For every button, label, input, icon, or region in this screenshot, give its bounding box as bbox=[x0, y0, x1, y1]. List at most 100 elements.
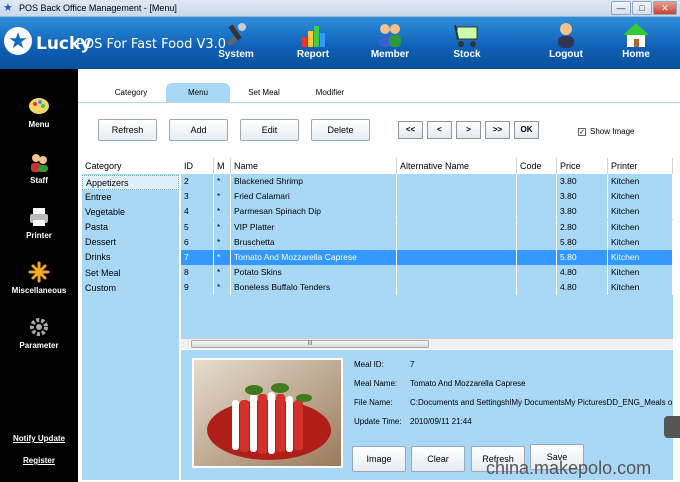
column-header-id[interactable]: ID bbox=[181, 158, 214, 174]
meal-name-label: Meal Name: bbox=[354, 379, 398, 388]
column-header-m[interactable]: M bbox=[214, 158, 231, 174]
column-header-printer[interactable]: Printer bbox=[608, 158, 673, 174]
column-header-alt-name[interactable]: Alternative Name bbox=[397, 158, 517, 174]
cell-alt bbox=[397, 219, 517, 235]
next-record-button[interactable]: > bbox=[456, 121, 481, 139]
cell-id: 7 bbox=[181, 250, 214, 265]
nav-home[interactable]: Home bbox=[608, 21, 664, 65]
nav-logout[interactable]: Logout bbox=[538, 21, 594, 65]
category-item[interactable]: Pasta bbox=[82, 220, 179, 235]
cell-alt bbox=[397, 234, 517, 250]
table-row[interactable]: 6 * Bruschetta 5.80 Kitchen bbox=[181, 234, 673, 250]
cell-m: * bbox=[214, 219, 231, 235]
category-item[interactable]: Vegetable bbox=[82, 205, 179, 220]
cell-name: Parmesan Spinach Dip bbox=[231, 204, 397, 220]
image-button[interactable]: Image bbox=[352, 446, 406, 472]
sidebar-item-label: Miscellaneous bbox=[11, 286, 67, 295]
prev-record-button[interactable]: < bbox=[427, 121, 452, 139]
cell-alt bbox=[397, 204, 517, 220]
nav-report[interactable]: Report bbox=[285, 21, 341, 65]
grid-header: ID M Name Alternative Name Code Price Pr… bbox=[181, 158, 673, 174]
edit-button[interactable]: Edit bbox=[240, 119, 299, 141]
tab-underline bbox=[78, 102, 680, 103]
cell-price: 3.80 bbox=[557, 189, 608, 205]
register-link[interactable]: Register bbox=[0, 456, 78, 465]
cell-id: 2 bbox=[181, 174, 214, 189]
cell-price: 2.80 bbox=[557, 219, 608, 235]
cell-printer: Kitchen bbox=[608, 174, 673, 189]
update-time-value: 2010/09/11 21:44 bbox=[410, 417, 472, 426]
clear-button[interactable]: Clear bbox=[411, 446, 465, 472]
tab-menu[interactable]: Menu bbox=[166, 83, 230, 103]
palette-icon bbox=[29, 98, 49, 114]
meal-id-label: Meal ID: bbox=[354, 360, 384, 369]
nav-stock[interactable]: Stock bbox=[439, 21, 495, 65]
category-item[interactable]: Set Meal bbox=[82, 266, 179, 281]
column-header-price[interactable]: Price bbox=[557, 158, 608, 174]
grid-horizontal-scrollbar[interactable]: III bbox=[181, 338, 673, 349]
nav-stock-label: Stock bbox=[453, 49, 481, 60]
caprese-photo-icon bbox=[194, 360, 341, 466]
sidebar-item-staff[interactable]: Staff bbox=[0, 151, 78, 185]
column-header-code[interactable]: Code bbox=[517, 158, 557, 174]
first-record-button[interactable]: << bbox=[398, 121, 423, 139]
add-button[interactable]: Add bbox=[169, 119, 228, 141]
top-nav-bar: ★ Lucky POS For Fast Food V3.0 System Re… bbox=[0, 17, 680, 69]
minimize-button[interactable]: — bbox=[611, 1, 631, 15]
table-row[interactable]: 4 * Parmesan Spinach Dip 3.80 Kitchen bbox=[181, 204, 673, 220]
staff-icon bbox=[31, 154, 48, 172]
show-image-checkbox[interactable]: ✓ bbox=[578, 128, 586, 136]
side-handle[interactable] bbox=[664, 416, 680, 438]
nav-member[interactable]: Member bbox=[362, 21, 418, 65]
table-row[interactable]: 9 * Boneless Buffalo Tenders 4.80 Kitchen bbox=[181, 280, 673, 296]
sidebar-item-miscellaneous[interactable]: Miscellaneous bbox=[0, 261, 78, 295]
sidebar-item-label: Parameter bbox=[19, 341, 59, 350]
last-record-button[interactable]: >> bbox=[485, 121, 510, 139]
gear-icon bbox=[30, 318, 48, 336]
cell-id: 6 bbox=[181, 234, 214, 250]
refresh-button[interactable]: Refresh bbox=[98, 119, 157, 141]
tab-bar: Category Menu Set Meal Modifier bbox=[78, 83, 680, 103]
system-icon bbox=[227, 23, 246, 46]
sidebar-item-menu[interactable]: Menu bbox=[0, 95, 78, 129]
tab-modifier[interactable]: Modifier bbox=[300, 83, 360, 103]
category-item[interactable]: Entree bbox=[82, 190, 179, 205]
cell-code bbox=[517, 265, 557, 281]
column-header-name[interactable]: Name bbox=[231, 158, 397, 174]
tab-set-meal[interactable]: Set Meal bbox=[234, 83, 294, 103]
cell-printer: Kitchen bbox=[608, 265, 673, 281]
category-item[interactable]: Appetizers bbox=[82, 175, 179, 190]
printer-icon bbox=[30, 208, 48, 226]
title-bar: ★ POS Back Office Management - [Menu] — … bbox=[0, 0, 680, 17]
cell-m: * bbox=[214, 250, 231, 265]
nav-system[interactable]: System bbox=[208, 21, 264, 65]
maximize-button[interactable]: □ bbox=[632, 1, 652, 15]
sidebar-item-printer[interactable]: Printer bbox=[0, 206, 78, 240]
category-item[interactable]: Custom bbox=[82, 281, 179, 296]
nav-logout-label: Logout bbox=[549, 49, 583, 60]
close-button[interactable]: ✕ bbox=[653, 1, 677, 15]
meal-photo bbox=[192, 358, 343, 468]
tab-category[interactable]: Category bbox=[100, 83, 162, 103]
category-item[interactable]: Dessert bbox=[82, 235, 179, 250]
cell-id: 5 bbox=[181, 219, 214, 235]
table-row[interactable]: 7 * Tomato And Mozzarella Caprese 5.80 Kitch… bbox=[181, 250, 673, 265]
scrollbar-thumb[interactable]: III bbox=[191, 340, 429, 348]
nav-system-label: System bbox=[218, 49, 254, 60]
stock-cart-icon bbox=[454, 24, 478, 47]
table-row[interactable]: 2 * Blackened Shrimp 3.80 Kitchen bbox=[181, 174, 673, 189]
logo-star-icon: ★ bbox=[4, 27, 32, 55]
cell-alt bbox=[397, 174, 517, 189]
table-row[interactable]: 8 * Potato Skins 4.80 Kitchen bbox=[181, 265, 673, 281]
delete-button[interactable]: Delete bbox=[311, 119, 370, 141]
brand-subtitle: POS For Fast Food V3.0 bbox=[76, 37, 227, 52]
table-row[interactable]: 5 * VIP Platter 2.80 Kitchen bbox=[181, 219, 673, 235]
notify-update-link[interactable]: Notify Update bbox=[0, 434, 78, 443]
cell-code bbox=[517, 204, 557, 220]
table-row[interactable]: 3 * Fried Calamari 3.80 Kitchen bbox=[181, 189, 673, 205]
sidebar-item-parameter[interactable]: Parameter bbox=[0, 316, 78, 350]
cell-name: Blackened Shrimp bbox=[231, 174, 397, 189]
category-item[interactable]: Drinks bbox=[82, 250, 179, 265]
file-name-value: C:Documents and SettingshlMy DocumentsMy… bbox=[410, 398, 673, 407]
ok-button[interactable]: OK bbox=[514, 121, 539, 139]
